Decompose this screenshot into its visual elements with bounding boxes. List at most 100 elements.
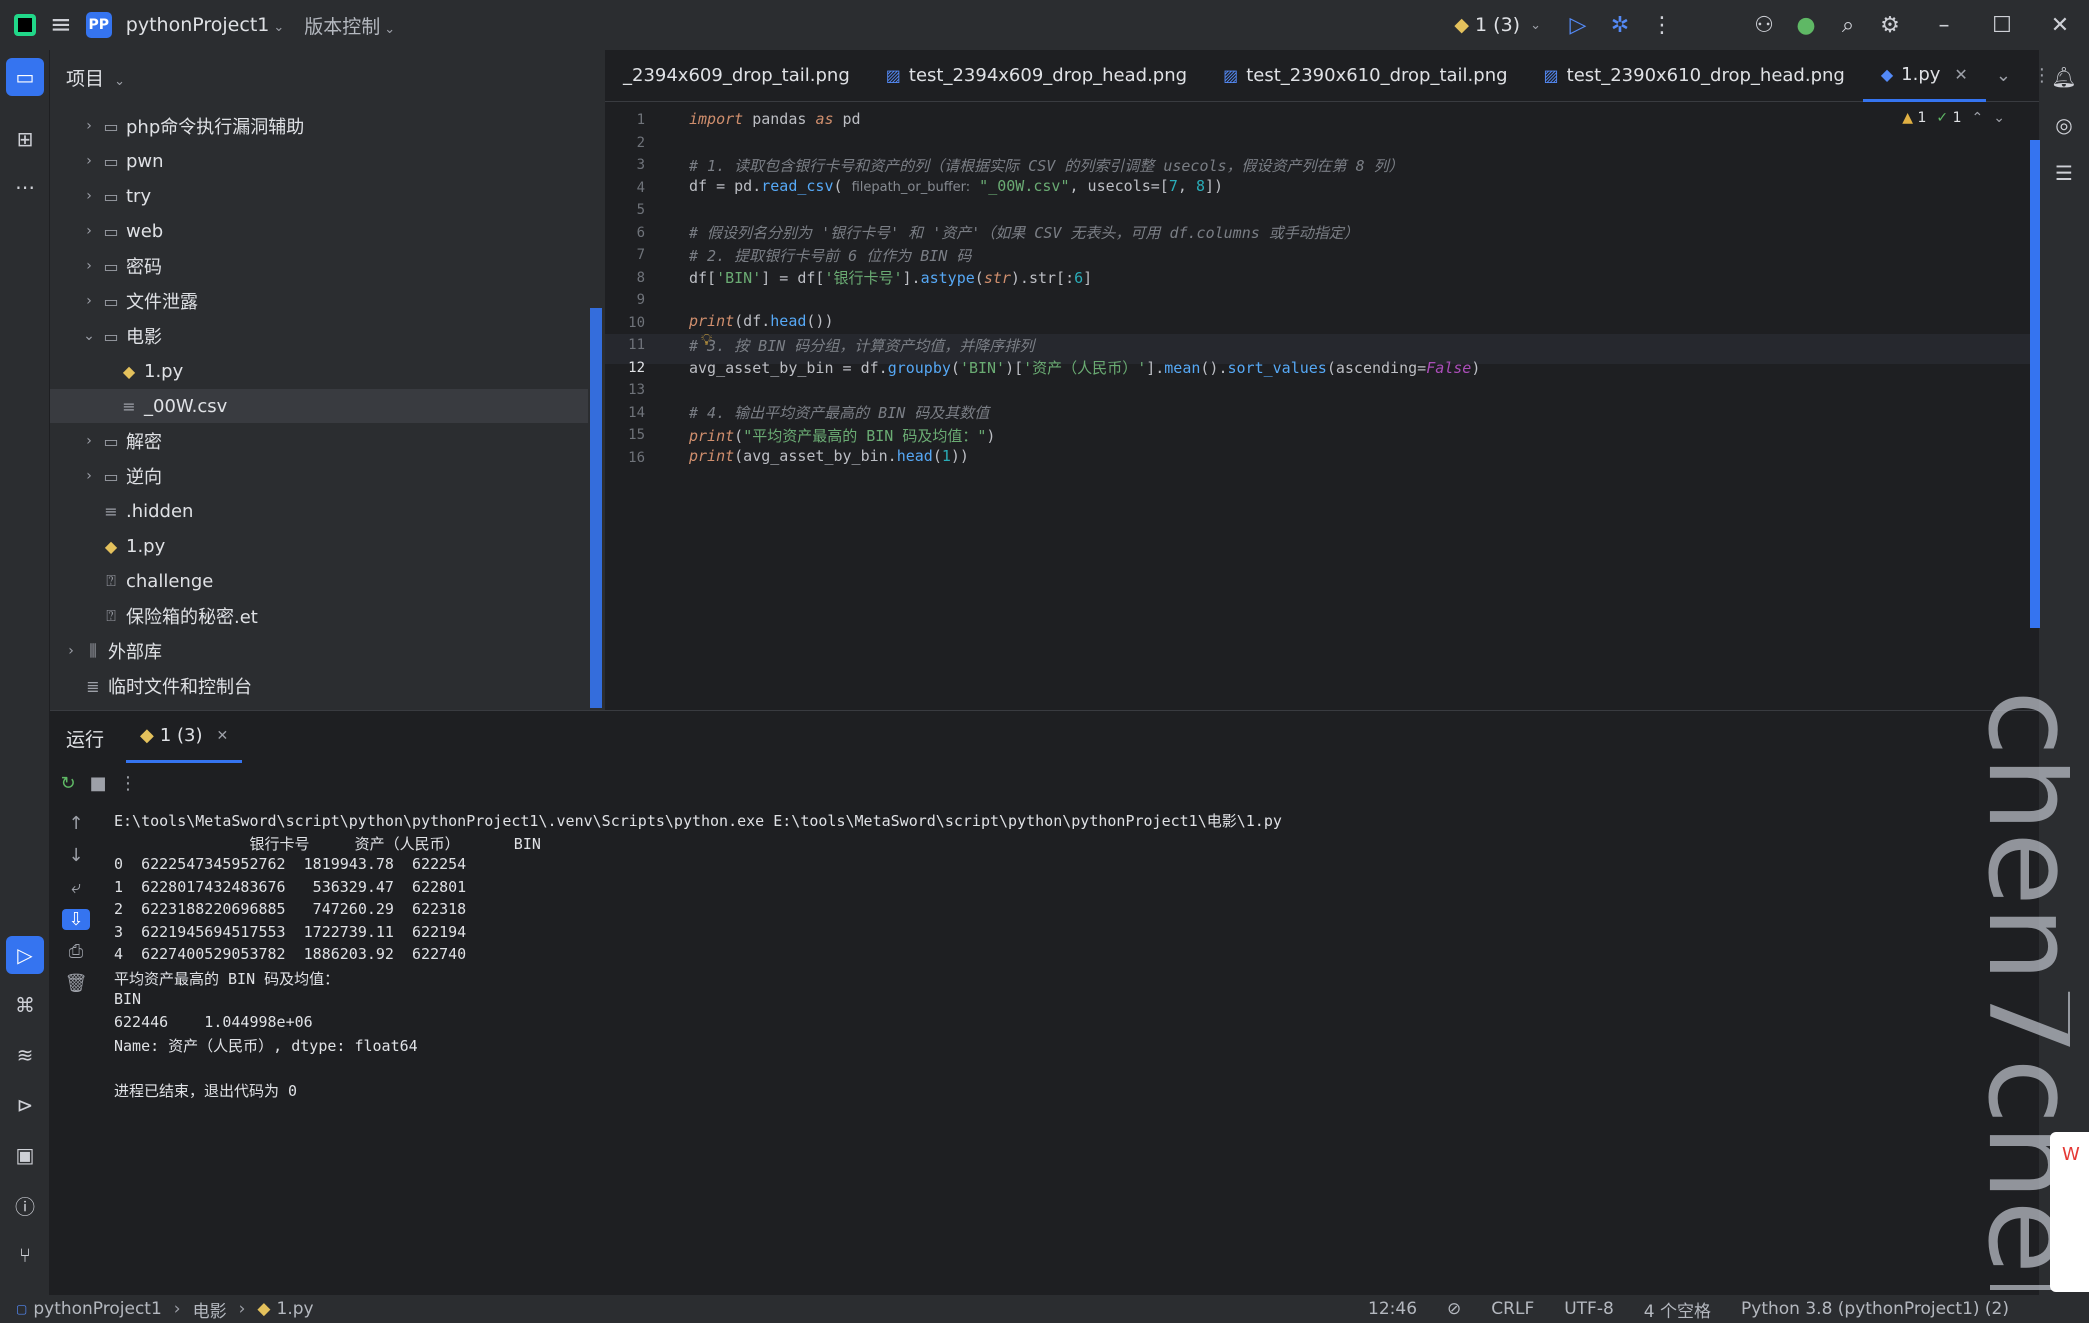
tree-item[interactable]: ⍰ challenge xyxy=(50,564,588,598)
python-console-icon[interactable]: ⌘ xyxy=(6,986,44,1024)
line-number[interactable]: 11 xyxy=(605,337,645,353)
project-panel-header[interactable]: 项目 ⌄ xyxy=(66,64,125,91)
print-icon[interactable]: ⎙ xyxy=(62,941,90,962)
indent-setting[interactable]: 4 个空格 xyxy=(1644,1297,1711,1322)
minimize-icon[interactable]: – xyxy=(1923,13,1965,38)
main-menu-icon[interactable]: ≡ xyxy=(50,10,72,40)
tree-item[interactable]: ◆ 1.py xyxy=(50,529,588,563)
tree-item[interactable]: ⍰ 保险箱的秘密.et xyxy=(50,599,588,633)
more-actions-icon[interactable]: ⋮ xyxy=(114,773,142,794)
editor-scrollbar[interactable] xyxy=(2030,140,2040,628)
close-icon[interactable]: ✕ xyxy=(2039,13,2081,38)
line-number[interactable]: 1 xyxy=(605,112,645,128)
structure-tool-icon[interactable]: ⊞ xyxy=(6,120,44,158)
settings-icon[interactable]: ⚙ xyxy=(1869,13,1911,38)
readonly-toggle-icon[interactable]: ⊘ xyxy=(1447,1299,1461,1319)
chevron-up-icon[interactable]: ⌃ xyxy=(1972,110,1984,126)
tree-item[interactable]: ≡ .hidden xyxy=(50,494,588,528)
maximize-icon[interactable]: ☐ xyxy=(1981,13,2023,38)
add-user-icon[interactable]: ⚇ xyxy=(1743,13,1785,38)
code-editor[interactable]: 1 2 3 4 5 6 7 8 9 10 11 12 13 14 15 16 ▲ 1 ✓ 1 ⌃ ⌄ impo… xyxy=(605,102,2039,678)
chevron-right-icon[interactable]: › xyxy=(78,293,100,309)
tree-item[interactable]: › ▭ 密码 xyxy=(50,249,588,283)
soft-wrap-icon[interactable]: ⤶ xyxy=(62,877,90,898)
chevron-right-icon[interactable]: › xyxy=(78,118,100,134)
vcs-menu[interactable]: 版本控制 ⌄ xyxy=(304,12,395,39)
chevron-right-icon[interactable]: › xyxy=(60,643,82,659)
cursor-position[interactable]: 12:46 xyxy=(1368,1299,1417,1319)
project-scrollbar[interactable] xyxy=(590,308,602,708)
tree-item[interactable]: › ▭ 解密 xyxy=(50,424,588,458)
debug-icon[interactable]: ✲ xyxy=(1599,13,1641,38)
editor-tab[interactable]: ◆ 1.py ✕ xyxy=(1862,50,1986,102)
line-number[interactable]: 4 xyxy=(605,180,645,196)
editor-tab[interactable]: ▨ test_2390x610_drop_head.png xyxy=(1526,50,1863,102)
line-number[interactable]: 15 xyxy=(605,427,645,443)
ai-assistant-icon[interactable]: ◎ xyxy=(2045,106,2083,144)
editor-tab[interactable]: _2394x609_drop_tail.png xyxy=(605,50,868,102)
arrow-down-icon[interactable]: ↓ xyxy=(62,845,90,866)
chevron-right-icon[interactable]: › xyxy=(78,188,100,204)
scroll-to-end-icon[interactable]: ⇩ xyxy=(62,909,90,930)
rerun-icon[interactable]: ↻ xyxy=(54,773,82,794)
chevron-right-icon[interactable]: › xyxy=(78,468,100,484)
arrow-up-icon[interactable]: ↑ xyxy=(62,813,90,834)
line-number[interactable]: 7 xyxy=(605,247,645,263)
line-number[interactable]: 5 xyxy=(605,202,645,218)
chevron-down-icon[interactable]: ⌄ xyxy=(1993,110,2005,126)
close-icon[interactable]: ✕ xyxy=(1954,65,1967,84)
tree-item[interactable]: › ▭ php命令执行漏洞辅助 xyxy=(50,109,588,143)
line-separator[interactable]: CRLF xyxy=(1491,1299,1534,1319)
tree-item[interactable]: › ▭ pwn xyxy=(50,144,588,178)
tree-item[interactable]: ⌄ ▭ 电影 xyxy=(50,319,588,353)
more-actions-icon[interactable]: ⋮ xyxy=(2033,65,2051,86)
tree-item[interactable]: ◆ 1.py xyxy=(50,354,588,388)
inspection-widget[interactable]: ▲ 1 ✓ 1 ⌃ ⌄ xyxy=(1902,110,2005,126)
line-number[interactable]: 10 xyxy=(605,315,645,331)
services-icon[interactable]: ⊳ xyxy=(6,1086,44,1124)
tab-list-dropdown-icon[interactable]: ⌄ xyxy=(1996,65,2011,86)
git-icon[interactable]: ⑂ xyxy=(6,1236,44,1274)
more-actions-icon[interactable]: ⋮ xyxy=(1641,13,1683,38)
status-indicator-icon[interactable]: ● xyxy=(1785,13,1827,38)
line-number[interactable]: 2 xyxy=(605,135,645,151)
breadcrumb-file[interactable]: 1.py xyxy=(277,1299,314,1319)
side-popup[interactable]: W xyxy=(2050,1132,2089,1292)
line-number[interactable]: 14 xyxy=(605,405,645,421)
more-tools-icon[interactable]: ⋯ xyxy=(6,168,44,206)
run-tab[interactable]: ◆ 1 (3) ✕ xyxy=(126,711,243,763)
file-encoding[interactable]: UTF-8 xyxy=(1564,1299,1614,1319)
problems-icon[interactable]: ⓘ xyxy=(6,1186,44,1224)
tree-item[interactable]: › ⫼ 外部库 xyxy=(50,634,588,668)
breadcrumb-project[interactable]: pythonProject1 xyxy=(33,1299,161,1319)
line-number[interactable]: 8 xyxy=(605,270,645,286)
layers-icon[interactable]: ≋ xyxy=(6,1036,44,1074)
tree-item[interactable]: ≣ 临时文件和控制台 xyxy=(50,669,588,703)
lightbulb-icon[interactable]: 💡︎ xyxy=(701,330,712,350)
database-icon[interactable]: ☰ xyxy=(2045,154,2083,192)
chevron-right-icon[interactable]: › xyxy=(78,433,100,449)
tree-item[interactable]: › ▭ web xyxy=(50,214,588,248)
editor-tab[interactable]: ▨ test_2394x609_drop_head.png xyxy=(868,50,1205,102)
breadcrumb-folder[interactable]: 电影 xyxy=(193,1297,227,1322)
line-number[interactable]: 3 xyxy=(605,157,645,173)
line-number[interactable]: 9 xyxy=(605,292,645,308)
close-icon[interactable]: ✕ xyxy=(217,728,229,744)
terminal-icon[interactable]: ▣ xyxy=(6,1136,44,1174)
tree-item[interactable]: › ▭ 逆向 xyxy=(50,459,588,493)
run-tool-icon[interactable]: ▷ xyxy=(6,936,44,974)
run-icon[interactable]: ▷ xyxy=(1557,13,1599,38)
trash-icon[interactable]: 🗑︎ xyxy=(62,973,90,994)
chevron-right-icon[interactable]: › xyxy=(78,153,100,169)
stop-icon[interactable]: ■ xyxy=(84,773,112,794)
python-interpreter[interactable]: Python 3.8 (pythonProject1) (2) xyxy=(1741,1299,2009,1319)
line-number[interactable]: 16 xyxy=(605,450,645,466)
tree-item[interactable]: › ▭ 文件泄露 xyxy=(50,284,588,318)
tree-item[interactable]: › ▭ try xyxy=(50,179,588,213)
project-switcher[interactable]: pythonProject1 ⌄ xyxy=(126,14,284,36)
search-icon[interactable]: ⌕ xyxy=(1827,13,1869,38)
chevron-down-icon[interactable]: ⌄ xyxy=(78,328,100,344)
project-tool-icon[interactable]: ▭ xyxy=(6,58,44,96)
run-config-selector[interactable]: ◆ 1 (3) ⌄ xyxy=(1454,14,1541,36)
chevron-right-icon[interactable]: › xyxy=(78,223,100,239)
